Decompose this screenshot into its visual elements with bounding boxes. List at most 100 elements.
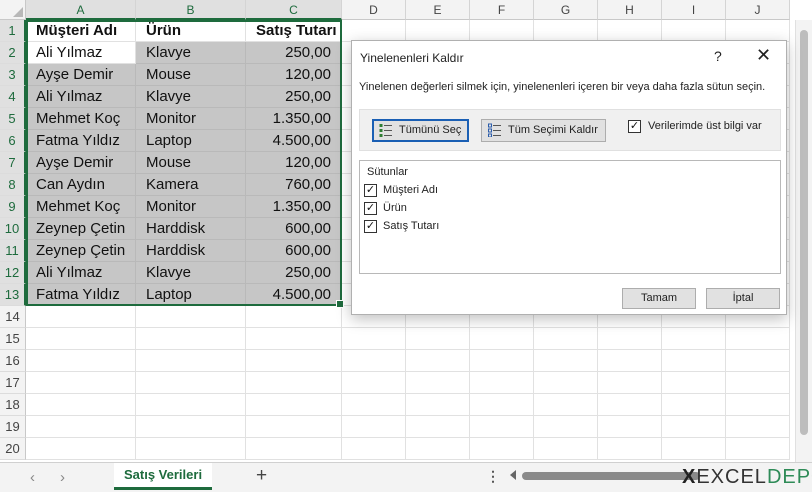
table-cell[interactable]: Monitor <box>136 108 246 130</box>
empty-cell[interactable] <box>726 372 790 394</box>
empty-cell[interactable] <box>726 416 790 438</box>
empty-cell[interactable] <box>342 438 406 460</box>
empty-cell[interactable] <box>726 394 790 416</box>
table-cell[interactable]: 4.500,00 <box>246 130 342 152</box>
sheet-tab-satis-verileri[interactable]: Satış Verileri <box>114 463 213 490</box>
empty-cell[interactable] <box>26 372 136 394</box>
table-cell[interactable]: Mehmet Koç <box>26 108 136 130</box>
empty-cell[interactable] <box>342 350 406 372</box>
vertical-scrollbar[interactable] <box>795 20 812 462</box>
empty-cell[interactable] <box>470 372 534 394</box>
empty-cell[interactable] <box>26 306 136 328</box>
empty-cell[interactable] <box>470 416 534 438</box>
row-header[interactable]: 17 <box>0 372 26 394</box>
table-cell[interactable]: Ali Yılmaz <box>26 262 136 284</box>
table-cell[interactable]: 1.350,00 <box>246 108 342 130</box>
empty-cell[interactable] <box>726 328 790 350</box>
table-cell[interactable]: Klavye <box>136 262 246 284</box>
row-header[interactable]: 15 <box>0 328 26 350</box>
row-header[interactable]: 12 <box>0 262 26 284</box>
row-header[interactable]: 4 <box>0 86 26 108</box>
table-cell[interactable]: 600,00 <box>246 218 342 240</box>
empty-cell[interactable] <box>534 394 598 416</box>
column-checkbox[interactable]: ✓ <box>364 184 377 197</box>
row-header[interactable]: 7 <box>0 152 26 174</box>
empty-cell[interactable] <box>534 372 598 394</box>
table-cell[interactable]: Müşteri Adı <box>26 20 136 42</box>
empty-cell[interactable] <box>136 306 246 328</box>
empty-cell[interactable] <box>246 438 342 460</box>
table-cell[interactable]: Monitor <box>136 196 246 218</box>
column-header[interactable]: J <box>726 0 790 20</box>
empty-cell[interactable] <box>342 394 406 416</box>
row-header[interactable]: 20 <box>0 438 26 460</box>
empty-cell[interactable] <box>26 350 136 372</box>
row-header[interactable]: 3 <box>0 64 26 86</box>
table-cell[interactable]: Zeynep Çetin <box>26 218 136 240</box>
table-cell[interactable]: Mouse <box>136 64 246 86</box>
empty-cell[interactable] <box>662 372 726 394</box>
empty-cell[interactable] <box>406 350 470 372</box>
row-header[interactable]: 10 <box>0 218 26 240</box>
row-header[interactable]: 11 <box>0 240 26 262</box>
empty-cell[interactable] <box>246 328 342 350</box>
empty-cell[interactable] <box>662 394 726 416</box>
table-cell[interactable]: Fatma Yıldız <box>26 284 136 306</box>
has-headers-checkbox[interactable]: ✓ <box>628 120 641 133</box>
empty-cell[interactable] <box>136 438 246 460</box>
empty-cell[interactable] <box>26 438 136 460</box>
help-icon[interactable]: ? <box>714 48 722 64</box>
empty-cell[interactable] <box>662 350 726 372</box>
empty-cell[interactable] <box>246 306 342 328</box>
row-header[interactable]: 9 <box>0 196 26 218</box>
empty-cell[interactable] <box>726 350 790 372</box>
more-options-icon[interactable]: ⋮ <box>486 468 500 485</box>
table-cell[interactable]: Ayşe Demir <box>26 152 136 174</box>
close-icon[interactable]: ✕ <box>756 45 771 66</box>
empty-cell[interactable] <box>406 328 470 350</box>
column-header[interactable]: D <box>342 0 406 20</box>
empty-cell[interactable] <box>26 394 136 416</box>
table-cell[interactable]: Harddisk <box>136 218 246 240</box>
empty-cell[interactable] <box>136 416 246 438</box>
empty-cell[interactable] <box>534 438 598 460</box>
cancel-button[interactable]: İptal <box>706 288 780 309</box>
empty-cell[interactable] <box>136 372 246 394</box>
table-cell[interactable]: 120,00 <box>246 152 342 174</box>
empty-cell[interactable] <box>598 350 662 372</box>
table-cell[interactable]: Fatma Yıldız <box>26 130 136 152</box>
table-cell[interactable]: Ayşe Demir <box>26 64 136 86</box>
empty-cell[interactable] <box>598 20 662 42</box>
empty-cell[interactable] <box>246 350 342 372</box>
empty-cell[interactable] <box>246 416 342 438</box>
select-all-button[interactable]: Tümünü Seç <box>372 119 469 142</box>
empty-cell[interactable] <box>470 350 534 372</box>
row-header[interactable]: 6 <box>0 130 26 152</box>
row-header[interactable]: 16 <box>0 350 26 372</box>
empty-cell[interactable] <box>136 394 246 416</box>
column-header[interactable]: E <box>406 0 470 20</box>
empty-cell[interactable] <box>246 372 342 394</box>
table-cell[interactable]: Can Aydın <box>26 174 136 196</box>
row-header[interactable]: 8 <box>0 174 26 196</box>
empty-cell[interactable] <box>136 328 246 350</box>
column-checkbox[interactable]: ✓ <box>364 220 377 233</box>
empty-cell[interactable] <box>26 416 136 438</box>
table-cell[interactable]: Harddisk <box>136 240 246 262</box>
row-header[interactable]: 19 <box>0 416 26 438</box>
empty-cell[interactable] <box>470 20 534 42</box>
column-header[interactable]: H <box>598 0 662 20</box>
empty-cell[interactable] <box>342 416 406 438</box>
row-header[interactable]: 2 <box>0 42 26 64</box>
row-header[interactable]: 18 <box>0 394 26 416</box>
empty-cell[interactable] <box>406 438 470 460</box>
prev-sheet-icon[interactable]: ‹ <box>30 469 35 486</box>
empty-cell[interactable] <box>342 372 406 394</box>
table-cell[interactable]: Laptop <box>136 284 246 306</box>
row-header[interactable]: 14 <box>0 306 26 328</box>
column-header[interactable]: F <box>470 0 534 20</box>
empty-cell[interactable] <box>534 328 598 350</box>
column-header[interactable]: B <box>136 0 246 20</box>
table-cell[interactable]: Satış Tutarı <box>246 20 342 42</box>
empty-cell[interactable] <box>662 438 726 460</box>
